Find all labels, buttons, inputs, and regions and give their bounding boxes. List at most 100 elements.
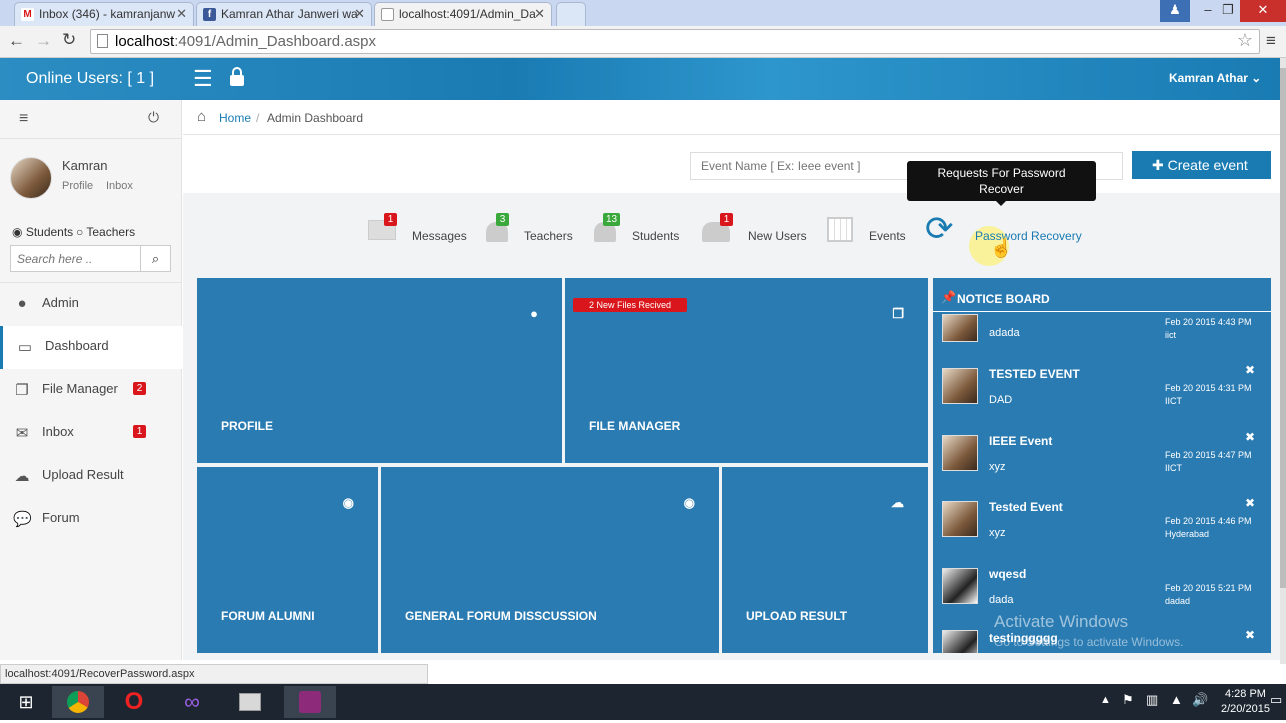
stat-messages[interactable]: Messages [412,229,467,243]
breadcrumb: ⌂ Home / Admin Dashboard [183,100,1280,135]
hand-cursor-icon: ☝ [990,238,1013,258]
list-item[interactable]: Tested Event xyz ✖ Feb 20 2015 4:46 PM H… [933,496,1271,564]
notice-title: wqesd [989,567,1027,581]
close-icon[interactable]: ✖ [1245,628,1255,642]
inbox-link[interactable]: Inbox [106,180,133,192]
stat-events[interactable]: Events [869,229,906,243]
close-icon[interactable]: ✖ [1245,430,1255,444]
breadcrumb-separator: / [256,111,260,125]
url-input[interactable]: localhost:4091/Admin_Dashboard.aspx ☆ [90,29,1260,54]
new-users-badge: 1 [720,213,733,226]
notice-place: Hyderabad [1165,529,1210,539]
taskbar-date: 2/20/2015 [1221,703,1270,715]
sidebar: ≡ ⏻ Kamran Profile Inbox ◉ Students ○ Te… [0,100,182,660]
signal-icon[interactable]: ▲ [1170,692,1183,707]
restore-icon[interactable]: ❐ [1213,0,1243,22]
hamburger-icon[interactable]: ≡ [19,110,28,128]
profile-name: Kamran [62,158,108,173]
tab-title: Kamran Athar Janweri wa [221,7,358,21]
stat-new-users[interactable]: New Users [748,229,807,243]
windows-start-icon[interactable]: ⊞ [0,686,52,718]
forward-icon[interactable]: → [35,31,52,51]
notice-sub: xyz [989,527,1006,539]
monitor-icon: ▭ [17,339,33,356]
create-event-button[interactable]: ✚ Create event [1132,151,1271,179]
tile-general-forum[interactable]: ◉ GENERAL FORUM DISSCUSSION [381,467,719,653]
profile-link[interactable]: Profile [62,180,93,192]
tile-label: GENERAL FORUM DISSCUSSION [405,609,597,623]
menu-icon[interactable]: ≡ [1266,31,1276,51]
radio-teachers[interactable]: ○ Teachers [76,225,135,239]
notice-date: Feb 20 2015 4:47 PM [1165,450,1252,460]
tile-profile[interactable]: ● PROFILE [197,278,562,463]
search-input[interactable] [11,246,139,271]
file-manager-badge: 2 [133,382,146,395]
browser-tab-gmail[interactable]: M Inbox (346) - kamranjanw ✕ [14,2,194,26]
star-icon[interactable]: ☆ [1237,30,1253,51]
close-icon[interactable]: ✕ [354,6,365,22]
sidebar-item-inbox[interactable]: ✉ Inbox 1 [0,412,182,455]
notice-title: Tested Event [989,500,1063,514]
menu-toggle-icon[interactable]: ☰ [193,66,213,92]
notification-icon[interactable]: ▭ [1270,692,1282,708]
tray-arrow-icon[interactable]: ▲ [1100,694,1111,706]
visual-studio-icon[interactable]: ∞ [166,686,218,718]
tile-label: UPLOAD RESULT [746,609,848,623]
page-icon [97,34,108,48]
stat-teachers[interactable]: Teachers [524,229,573,243]
pin-icon: 📌 [941,290,956,304]
students-badge: 13 [603,213,621,226]
browser-tab-bar: M Inbox (346) - kamranjanw ✕ f Kamran At… [0,0,1286,26]
taskbar: ⊞ O ∞ ▲ ⚑ ▥ ▲ 🔊 4:28 PM 2/20/2015 ▭ [0,684,1286,720]
browser-tab-facebook[interactable]: f Kamran Athar Janweri wa ✕ [196,2,372,26]
refresh-icon: ⟳ [925,210,954,248]
stat-students[interactable]: Students [632,229,679,243]
chrome-icon[interactable] [52,686,104,718]
comments-icon: ◉ [342,495,354,510]
explorer-icon[interactable] [224,686,276,718]
close-icon[interactable]: ✕ [534,6,545,22]
recorder-icon[interactable] [284,686,336,718]
tile-forum-alumni[interactable]: ◉ FORUM ALUMNI [197,467,378,653]
breadcrumb-home[interactable]: Home [219,111,251,125]
notice-board-title: NOTICE BOARD [957,292,1050,306]
sidebar-item-file-manager[interactable]: ❐ File Manager 2 [0,369,182,412]
close-icon[interactable]: ✖ [1245,363,1255,377]
flag-icon[interactable]: ⚑ [1122,692,1134,708]
tooltip: Requests For Password Recover [907,161,1096,201]
radio-students[interactable]: ◉ Students [12,225,73,239]
sidebar-item-upload-result[interactable]: ☁ Upload Result [0,455,182,498]
tile-file-manager[interactable]: 2 New Files Recived ❐ FILE MANAGER [565,278,928,463]
sidebar-item-dashboard[interactable]: ▭ Dashboard [0,326,182,369]
facebook-icon: f [203,8,216,21]
browser-tab-localhost[interactable]: localhost:4091/Admin_Da ✕ [374,2,552,26]
user-icon: ● [530,306,538,321]
new-tab-button[interactable] [556,2,586,26]
scrollbar[interactable] [1280,58,1286,664]
back-icon[interactable]: ← [8,31,25,51]
notice-board: 📌 NOTICE BOARD adada Feb 20 2015 4:43 PM… [933,278,1271,653]
user-menu[interactable]: Kamran Athar ⌄ [1169,71,1261,85]
user-icon[interactable]: ♟ [1160,0,1190,22]
network-icon[interactable]: ▥ [1146,692,1158,708]
close-window-icon[interactable]: ✕ [1240,0,1286,22]
envelope-icon: ✉ [15,425,29,442]
list-item[interactable]: IEEE Event xyz ✖ Feb 20 2015 4:47 PM IIC… [933,430,1271,498]
notice-title: TESTED EVENT [989,367,1080,381]
search-icon[interactable]: ⌕ [140,246,170,271]
radio-label: Students [25,225,74,239]
notice-place: IICT [1165,396,1182,406]
close-icon[interactable]: ✖ [1245,496,1255,510]
close-icon[interactable]: ✕ [176,6,187,22]
list-item[interactable]: TESTED EVENT DAD ✖ Feb 20 2015 4:31 PM I… [933,363,1271,431]
volume-icon[interactable]: 🔊 [1192,692,1208,708]
notice-date: Feb 20 2015 4:46 PM [1165,516,1252,526]
sidebar-item-forum[interactable]: 💬 Forum [0,498,182,541]
tile-upload-result[interactable]: ☁ UPLOAD RESULT [722,467,928,653]
power-icon[interactable]: ⏻ [148,109,159,126]
sidebar-item-admin[interactable]: ● Admin [0,283,182,326]
avatar [942,501,978,537]
status-bar: localhost:4091/RecoverPassword.aspx [0,664,428,684]
reload-icon[interactable]: ↻ [62,30,76,50]
opera-icon[interactable]: O [108,686,160,718]
